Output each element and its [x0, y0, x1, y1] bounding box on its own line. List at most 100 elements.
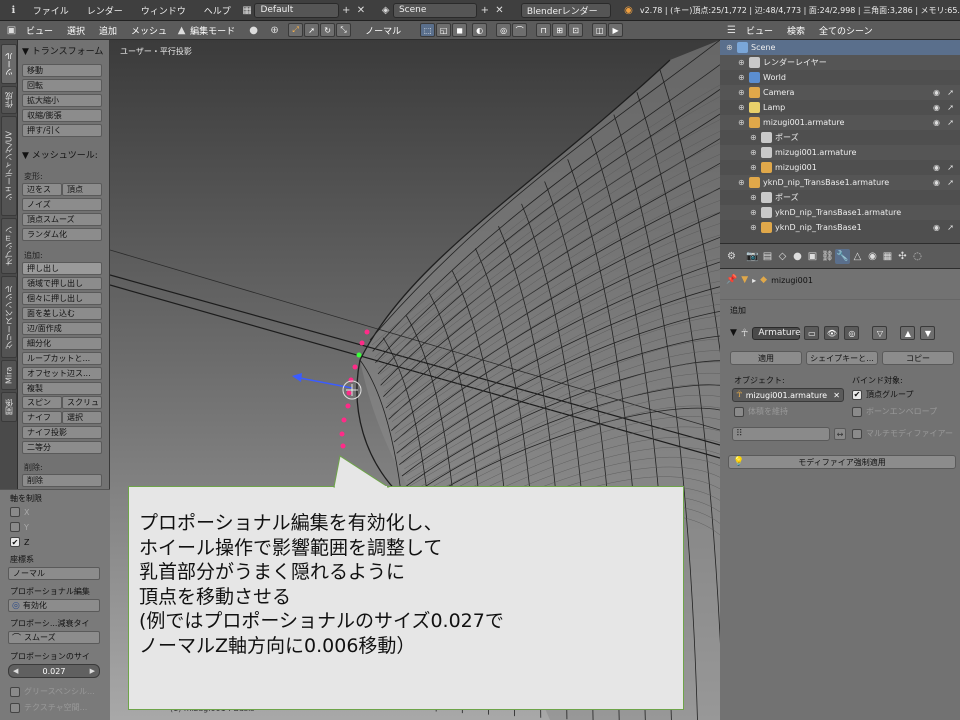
tab-options[interactable]: オプション [1, 218, 17, 274]
vertex-slide-button[interactable]: 頂点 [62, 183, 102, 196]
inset-faces-button[interactable]: 面を差し込む [22, 307, 102, 320]
screw-button[interactable]: スクリュ [62, 396, 102, 409]
axis-y-checkbox[interactable] [10, 522, 20, 532]
expand-toggle-icon[interactable]: ⊕ [750, 133, 759, 142]
pivot-point-icon[interactable]: ⊕ [267, 23, 282, 38]
transform-panel-header[interactable]: ▼ トランスフォーム [18, 42, 107, 59]
coord-system-select[interactable]: ノーマル [8, 567, 100, 580]
expand-toggle-icon[interactable]: ⊕ [750, 148, 759, 157]
extrude-region-button[interactable]: 領域で押し出し [22, 277, 102, 290]
particles-tab-icon[interactable]: ✣ [895, 249, 910, 264]
render-layers-tab-icon[interactable]: ▤ [760, 249, 775, 264]
transform-gizmo[interactable] [292, 373, 362, 400]
manipulator-toggle-icon[interactable]: ⤢ [288, 23, 304, 37]
screen-layout-icon[interactable]: ▦ [240, 3, 255, 18]
render-preview-icon[interactable]: ◫ [592, 23, 608, 37]
axis-z-checkbox[interactable]: ✔ [10, 537, 20, 547]
extrude-individual-button[interactable]: 個々に押し出し [22, 292, 102, 305]
shading-solid-icon[interactable]: ● [246, 23, 261, 38]
scale-button[interactable]: 拡大縮小 [22, 94, 102, 107]
visibility-eye-icon[interactable]: ◉ [933, 88, 940, 97]
scale-manipulator-icon[interactable]: ⤡ [336, 23, 352, 37]
add-scene-icon[interactable]: + [477, 3, 492, 18]
texture-tab-icon[interactable]: ▦ [880, 249, 895, 264]
move-up-icon[interactable]: ▲ [900, 326, 916, 340]
snap-element-icon[interactable]: ⊞ [552, 23, 568, 37]
physics-tab-icon[interactable]: ◌ [910, 249, 925, 264]
cage-icon[interactable]: ▽ [872, 326, 888, 340]
loop-cut-button[interactable]: ループカットと... [22, 352, 102, 365]
offset-edge-slide-button[interactable]: オフセット辺ス... [22, 367, 102, 380]
expand-toggle-icon[interactable]: ⊕ [726, 43, 735, 52]
pin-icon[interactable]: 📌 [726, 275, 737, 285]
viewport-display-icon[interactable]: 👁 [824, 326, 840, 340]
clear-field-icon[interactable]: ✕ [833, 391, 840, 400]
prop-size-field[interactable]: ◀ 0.027 ▶ [8, 664, 100, 678]
outliner-filter-select[interactable]: 全てのシーン [812, 24, 880, 37]
menu-select[interactable]: 選択 [60, 24, 92, 37]
visibility-eye-icon[interactable]: ◉ [933, 223, 940, 232]
add-layout-icon[interactable]: + [339, 3, 354, 18]
face-select-icon[interactable]: ◼ [452, 23, 468, 37]
outliner-row[interactable]: ⊕ mizugi001.armature ◉ ➚ [720, 115, 960, 130]
tab-grease-pencil[interactable]: グリースペンシル [1, 276, 17, 358]
remove-scene-icon[interactable]: ✕ [492, 3, 507, 18]
outliner-row[interactable]: ⊕ World [720, 70, 960, 85]
object-field[interactable]: ☥ mizugi001.armature ✕ [732, 388, 844, 402]
visibility-eye-icon[interactable]: ◉ [933, 163, 940, 172]
expand-toggle-icon[interactable]: ⊕ [738, 88, 747, 97]
rotate-button[interactable]: 回転 [22, 79, 102, 92]
outliner-row[interactable]: ⊕ yknD_nip_TransBase1.armature [720, 205, 960, 220]
data-tab-icon[interactable]: △ [850, 249, 865, 264]
preserve-volume-checkbox[interactable] [734, 406, 744, 417]
menu-window[interactable]: ウィンドウ [132, 4, 195, 17]
world-tab-icon[interactable]: ● [790, 249, 805, 264]
render-display-icon[interactable]: ◎ [844, 326, 860, 340]
mesh-tools-panel-header[interactable]: ▼ メッシュツール: [18, 146, 102, 163]
noise-button[interactable]: ノイズ [22, 198, 102, 211]
menu-render[interactable]: レンダー [78, 4, 132, 17]
outliner-row[interactable]: ⊕ ポーズ [720, 130, 960, 145]
properties-editor-icon[interactable]: ⚙ [724, 249, 739, 264]
vertex-group-field[interactable]: ⠿ [732, 427, 830, 441]
duplicate-button[interactable]: 複製 [22, 382, 102, 395]
expand-toggle-icon[interactable]: ⊕ [750, 208, 759, 217]
outliner-editor-icon[interactable]: ☰ [724, 23, 739, 38]
outliner-row[interactable]: ⊕ mizugi001 ◉ ➚ [720, 160, 960, 175]
view3d-editor-icon[interactable]: ▣ [4, 23, 19, 38]
visibility-eye-icon[interactable]: ◉ [933, 103, 940, 112]
expand-toggle-icon[interactable]: ⊕ [738, 58, 747, 67]
collapse-arrow-icon[interactable]: ▼ [730, 328, 737, 338]
expand-toggle-icon[interactable]: ⊕ [750, 193, 759, 202]
render-engine-select[interactable]: Blenderレンダー [520, 2, 612, 18]
bisect-button[interactable]: 二等分 [22, 441, 102, 454]
smooth-vertex-button[interactable]: 頂点スムーズ [22, 213, 102, 226]
make-edge-face-button[interactable]: 辺/面作成 [22, 322, 102, 335]
multi-modifier-checkbox[interactable] [852, 428, 862, 439]
tab-shading-uv[interactable]: シェーディング/UV [1, 116, 17, 216]
spin-button[interactable]: スピン [22, 396, 62, 409]
selectable-cursor-icon[interactable]: ➚ [947, 118, 954, 127]
scene-tab-icon[interactable]: ◇ [775, 249, 790, 264]
selectable-cursor-icon[interactable]: ➚ [947, 163, 954, 172]
expand-toggle-icon[interactable]: ⊕ [750, 163, 759, 172]
subdivide-button[interactable]: 細分化 [22, 337, 102, 350]
modifiers-tab-icon[interactable]: 🔧 [835, 248, 850, 264]
modifier-name-field[interactable]: Armature [752, 326, 801, 340]
texture-space-checkbox[interactable] [10, 702, 20, 713]
expand-toggle-icon[interactable]: ⊕ [738, 178, 747, 187]
extrude-button[interactable]: 押し出し [22, 262, 102, 275]
visibility-eye-icon[interactable]: ◉ [933, 178, 940, 187]
outliner-menu-search[interactable]: 検索 [780, 24, 812, 37]
menu-help[interactable]: ヘルプ [195, 4, 240, 17]
vertex-groups-checkbox[interactable]: ✔ [852, 389, 862, 400]
shrink-fatten-button[interactable]: 収縮/膨張 [22, 109, 102, 122]
visibility-eye-icon[interactable]: ◉ [933, 118, 940, 127]
outliner-row[interactable]: ⊕ yknD_nip_TransBase1 ◉ ➚ [720, 220, 960, 235]
menu-mesh[interactable]: メッシュ [124, 24, 174, 37]
render-tab-icon[interactable]: 📷 [745, 249, 760, 264]
selectable-cursor-icon[interactable]: ➚ [947, 103, 954, 112]
outliner-row[interactable]: ⊕ ポーズ [720, 190, 960, 205]
snap-icon[interactable]: ⊓ [536, 23, 552, 37]
tab-relations[interactable]: 関係 [1, 392, 17, 422]
